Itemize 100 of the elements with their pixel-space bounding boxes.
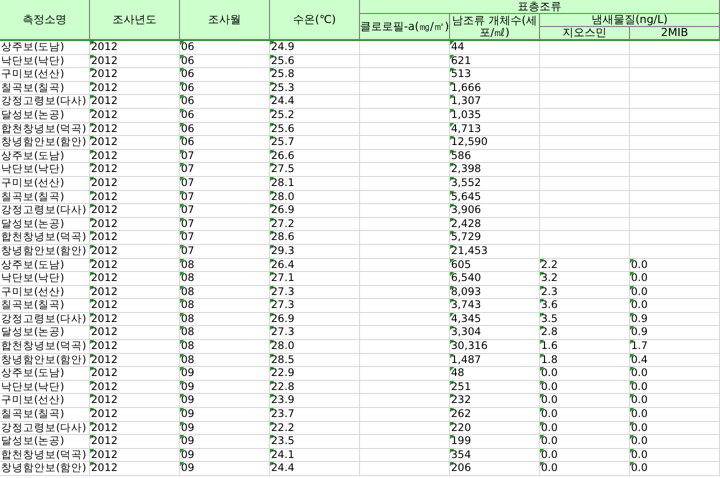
table-cell: 상주보(도남) [0,258,90,272]
table-cell: 2012 [90,354,180,368]
table-cell: 621 [450,54,540,68]
table-cell: 48 [450,367,540,381]
table-cell: 3.6 [540,299,630,313]
table-cell: 06 [180,54,270,68]
table-cell: 강정고령보(다사) [0,95,90,109]
table-cell: 0.0 [630,462,720,476]
table-cell: 08 [180,299,270,313]
table-cell: 07 [180,204,270,218]
table-cell: 26.9 [270,312,360,326]
table-cell: 09 [180,394,270,408]
table-cell: 2012 [90,340,180,354]
table-cell: 0.0 [630,408,720,422]
table-cell: 창녕함안보(함안) [0,354,90,368]
table-cell: 0.0 [540,408,630,422]
table-cell: 24.4 [270,462,360,476]
table-cell: 0.0 [540,462,630,476]
table-cell: 창녕함안보(함안) [0,244,90,258]
table-cell: 달성보(논공) [0,218,90,232]
table-cell: 26.6 [270,150,360,164]
table-cell: 25.8 [270,68,360,82]
table-cell: 26.4 [270,258,360,272]
table-cell: 0.9 [630,326,720,340]
table-cell: 09 [180,448,270,462]
table-cell: 0.4 [630,354,720,368]
table-cell: 2012 [90,108,180,123]
table-cell: 달성보(논공) [0,435,90,449]
table-cell: 23.5 [270,435,360,449]
table-cell: 0.0 [630,435,720,449]
table-cell: 1.6 [540,340,630,354]
table-cell: 0.0 [540,435,630,449]
table-cell: 2012 [90,163,180,177]
table-cell: 0.0 [540,380,630,394]
table-cell: 09 [180,435,270,449]
table-cell: 3,743 [450,299,540,313]
column-header: 조사월 [180,0,270,40]
table-cell: 상주보(도남) [0,367,90,381]
table-cell: 251 [450,380,540,394]
table-cell: 08 [180,312,270,326]
column-header: 냄새물질(ng/L) [540,14,720,27]
table-cell: 2012 [90,136,180,150]
table-cell: 27.1 [270,272,360,286]
table-cell: 44 [450,41,540,55]
table-cell: 07 [180,190,270,204]
table-cell: 달성보(논공) [0,108,90,123]
table-cell: 586 [450,150,540,164]
table-cell: 구미보(선산) [0,68,90,82]
table-cell: 28.0 [270,190,360,204]
table-cell: 칠곡보(칠곡) [0,408,90,422]
table-cell: 칠곡보(칠곡) [0,82,90,96]
table-cell: 09 [180,380,270,394]
table-cell: 24.9 [270,41,360,55]
table-cell: 27.3 [270,286,360,300]
table-cell: 0.0 [630,258,720,272]
table-cell: 8,093 [450,286,540,300]
table-cell: 2012 [90,380,180,394]
table-cell: 07 [180,176,270,191]
table-cell: 0.0 [630,299,720,313]
table-cell: 낙단보(낙단) [0,54,90,68]
table-cell: 29.3 [270,244,360,258]
table-cell: 28.6 [270,231,360,245]
table-cell: 06 [180,82,270,96]
table-cell: 낙단보(낙단) [0,272,90,286]
table-cell: 4,713 [450,122,540,136]
table-cell: 199 [450,435,540,449]
table-cell: 2.8 [540,326,630,340]
table-cell: 08 [180,354,270,368]
table-cell: 강정고령보(다사) [0,204,90,218]
table-cell: 칠곡보(칠곡) [0,299,90,313]
table-cell: 0.0 [630,380,720,394]
table-cell: 27.5 [270,163,360,177]
table-cell: 2012 [90,204,180,218]
table-cell: 3.5 [540,312,630,326]
table-cell: 합천창녕보(덕곡) [0,448,90,462]
table-cell: 1.8 [540,354,630,368]
table-cell: 06 [180,68,270,82]
table-cell: 262 [450,408,540,422]
table-cell: 354 [450,448,540,462]
table-cell: 605 [450,258,540,272]
table-cell: 22.9 [270,367,360,381]
table-cell: 27.3 [270,326,360,340]
table-cell: 합천창녕보(덕곡) [0,231,90,245]
table-cell: 23.9 [270,394,360,408]
table-cell: 0.0 [630,286,720,300]
table-cell: 2012 [90,435,180,449]
table-cell: 0.0 [630,367,720,381]
table-cell: 2012 [90,68,180,82]
table-cell: 5,729 [450,231,540,245]
table-cell: 칠곡보(칠곡) [0,190,90,204]
table-cell: 2,398 [450,163,540,177]
table-cell: 2012 [90,286,180,300]
table-cell: 28.0 [270,340,360,354]
table-cell: 창녕함안보(함안) [0,136,90,150]
column-header: 2MIB [630,27,720,40]
table-cell: 상주보(도남) [0,41,90,55]
table-cell: 구미보(선산) [0,286,90,300]
table-cell: 1.7 [630,340,720,354]
table-cell: 08 [180,340,270,354]
table-cell: 6,540 [450,272,540,286]
